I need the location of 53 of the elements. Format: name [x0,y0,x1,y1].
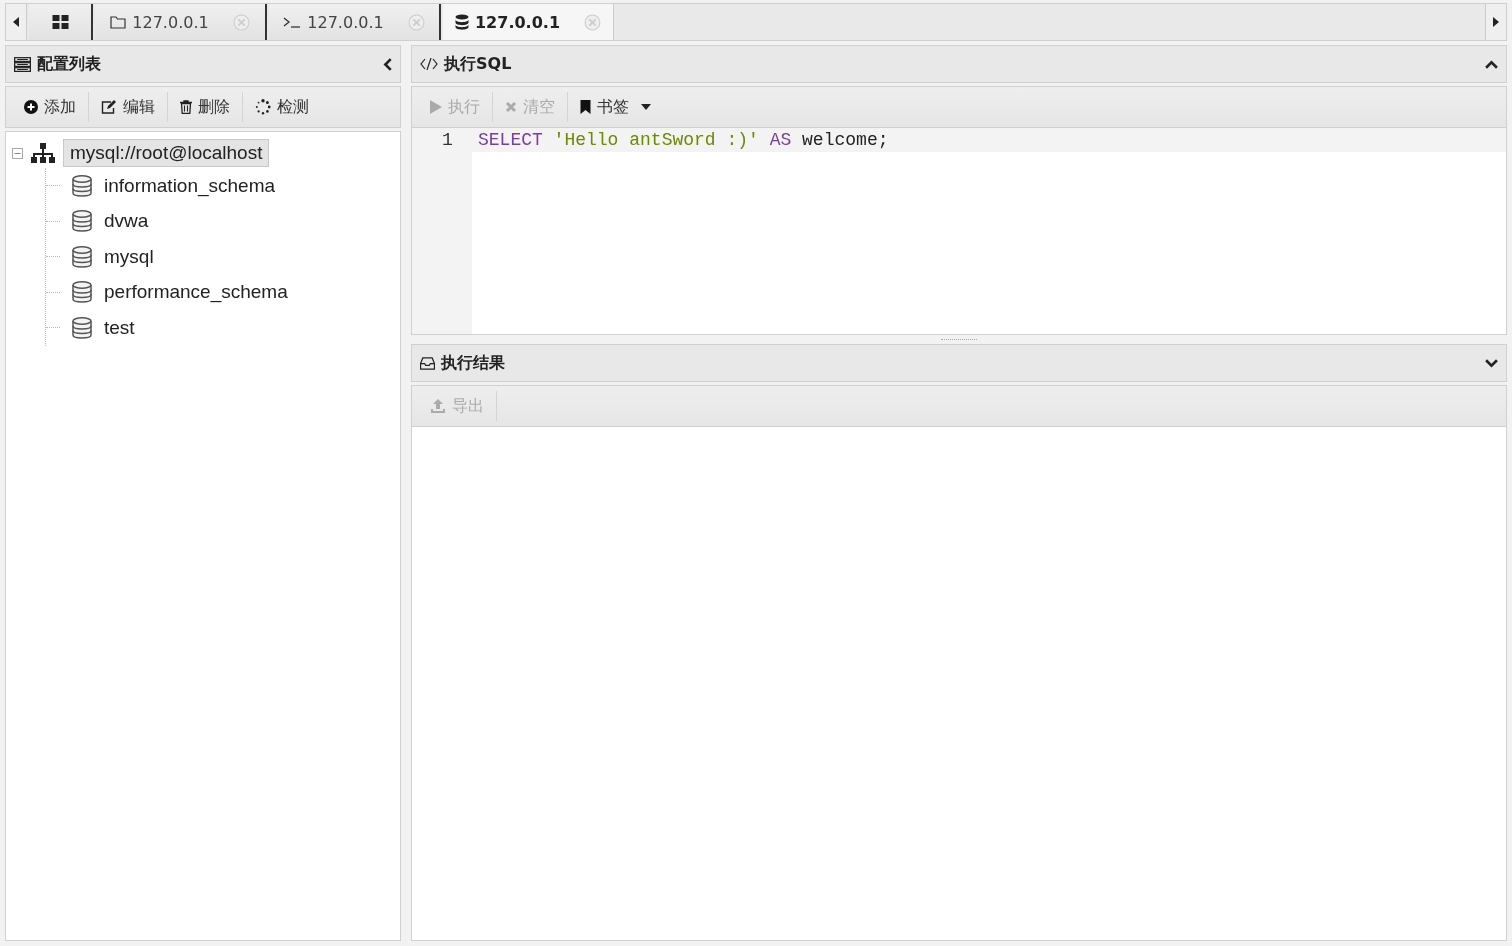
upload-icon [430,398,446,414]
check-button[interactable]: 检测 [243,91,321,123]
edit-icon [101,100,117,114]
right-arrow-icon [1493,17,1499,27]
database-icon [72,281,92,304]
tab-label: 127.0.0.1 [307,12,384,32]
database-icon [72,316,92,339]
collapse-left-icon[interactable] [383,57,392,71]
collapse-up-icon[interactable] [1485,59,1498,69]
panel-title: 执行SQL [444,53,512,75]
scroll-left-button[interactable] [6,4,27,40]
spinner-icon [255,99,271,115]
line-number: 1 [441,130,454,150]
home-tab[interactable] [29,4,93,40]
code-line: SELECT 'Hello antSword :)' AS welcome; [477,130,889,150]
inbox-icon [420,356,435,370]
tab-label: 127.0.0.1 [132,12,209,32]
grid-icon [51,15,69,29]
list-icon [14,56,31,72]
database-item[interactable]: information_schema [104,174,276,197]
network-icon [31,143,55,163]
database-item[interactable]: dvwa [104,210,149,233]
database-icon [72,174,92,197]
code-icon [420,58,438,70]
play-icon [430,100,442,114]
database-tab[interactable]: 127.0.0.1 [443,4,614,40]
add-icon [24,100,38,114]
terminal-tab[interactable]: 127.0.0.1 [269,4,441,40]
panel-title: 执行结果 [441,352,505,374]
caret-icon [641,104,651,110]
trash-icon [180,100,192,114]
close-icon [505,101,517,113]
folder-icon [110,15,127,29]
left-arrow-icon [13,17,19,27]
database-icon [72,210,92,233]
database-item[interactable]: test [104,316,135,339]
database-item[interactable]: mysql [104,245,154,268]
collapse-down-icon[interactable] [1485,358,1498,368]
scroll-right-button[interactable] [1485,4,1506,40]
folder-tab[interactable]: 127.0.0.1 [95,4,267,40]
panel-title: 配置列表 [37,53,101,75]
tab-label: 127.0.0.1 [475,12,560,32]
database-icon [72,245,92,268]
collapse-icon[interactable] [12,147,23,159]
delete-button[interactable]: 删除 [168,91,242,123]
database-item[interactable]: performance_schema [104,281,288,304]
bookmark-icon [580,100,591,114]
add-button[interactable]: 添加 [12,91,88,123]
database-icon [455,14,469,30]
terminal-icon [283,16,302,28]
edit-button[interactable]: 编辑 [89,91,167,123]
connection-item[interactable]: mysql://root@localhost [63,139,270,167]
bookmark-button[interactable]: 书签 [568,91,663,123]
